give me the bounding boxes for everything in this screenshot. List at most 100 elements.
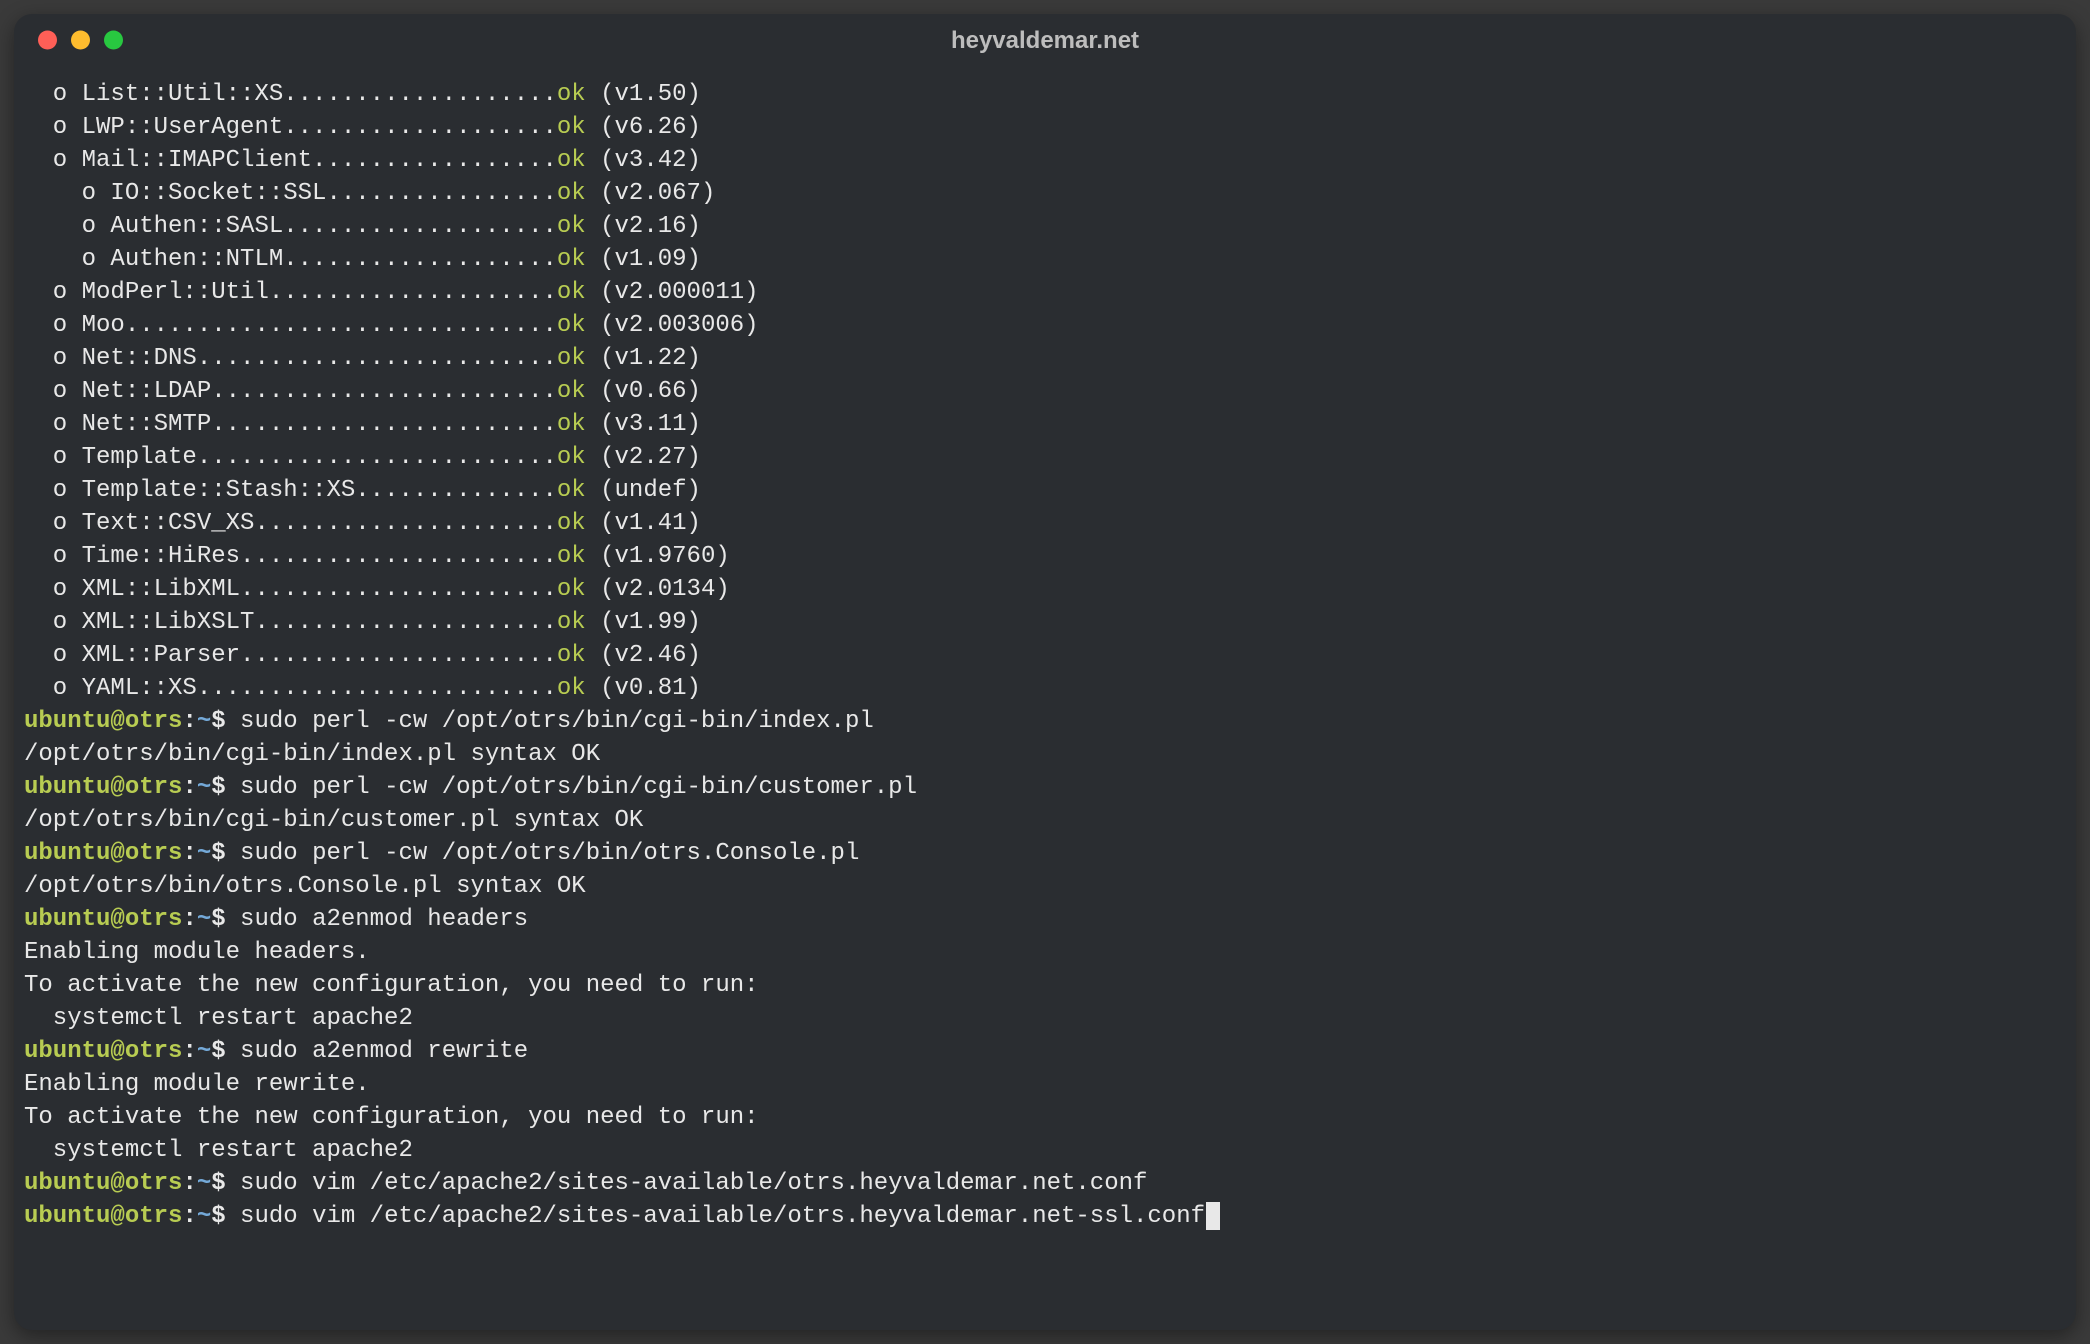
command-text: sudo perl -cw /opt/otrs/bin/otrs.Console… — [226, 840, 860, 867]
status-ok: ok — [557, 345, 586, 372]
prompt-path: ~ — [197, 1038, 211, 1065]
module-name: Mail::IMAPClient — [82, 147, 312, 174]
prompt-separator: : — [182, 1170, 196, 1197]
command-text: sudo vim /etc/apache2/sites-available/ot… — [226, 1170, 1148, 1197]
module-version: (v1.9760) — [586, 543, 730, 570]
module-version: (v0.66) — [586, 378, 701, 405]
prompt-separator: : — [182, 906, 196, 933]
bullet-icon: o — [24, 279, 82, 306]
module-version: (v2.000011) — [586, 279, 759, 306]
prompt-line[interactable]: ubuntu@otrs:~$ sudo perl -cw /opt/otrs/b… — [24, 705, 2066, 738]
prompt-userhost: ubuntu@otrs — [24, 906, 182, 933]
module-line: o Moo..............................ok (v… — [24, 309, 2066, 342]
module-name: LWP::UserAgent — [82, 114, 284, 141]
traffic-lights — [38, 31, 123, 50]
bullet-icon: o — [24, 345, 82, 372]
prompt-line[interactable]: ubuntu@otrs:~$ sudo vim /etc/apache2/sit… — [24, 1200, 2066, 1233]
prompt-userhost: ubuntu@otrs — [24, 708, 182, 735]
dots: ..................... — [254, 510, 556, 537]
prompt-userhost: ubuntu@otrs — [24, 840, 182, 867]
module-name: XML::Parser — [82, 642, 240, 669]
prompt-separator: : — [182, 1203, 196, 1230]
dots: ...................... — [240, 576, 557, 603]
command-text: sudo perl -cw /opt/otrs/bin/cgi-bin/inde… — [226, 708, 874, 735]
terminal-viewport[interactable]: o List::Util::XS...................ok (v… — [14, 66, 2076, 1330]
status-ok: ok — [557, 279, 586, 306]
module-version: (v2.27) — [586, 444, 701, 471]
status-ok: ok — [557, 114, 586, 141]
module-line: o Net::SMTP........................ok (v… — [24, 408, 2066, 441]
prompt-dollar: $ — [211, 840, 225, 867]
module-name: List::Util::XS — [82, 81, 284, 108]
module-line: o Authen::NTLM...................ok (v1.… — [24, 243, 2066, 276]
prompt-line[interactable]: ubuntu@otrs:~$ sudo a2enmod headers — [24, 903, 2066, 936]
dots: ................... — [283, 213, 557, 240]
status-ok: ok — [557, 444, 586, 471]
module-name: Authen::SASL — [110, 213, 283, 240]
output-line: /opt/otrs/bin/otrs.Console.pl syntax OK — [24, 870, 2066, 903]
close-icon[interactable] — [38, 31, 57, 50]
status-ok: ok — [557, 675, 586, 702]
bullet-icon: o — [24, 576, 82, 603]
module-version: (v1.09) — [586, 246, 701, 273]
module-name: Template::Stash::XS — [82, 477, 356, 504]
prompt-dollar: $ — [211, 906, 225, 933]
module-line: o ModPerl::Util....................ok (v… — [24, 276, 2066, 309]
module-name: Moo — [82, 312, 125, 339]
module-version: (v2.46) — [586, 642, 701, 669]
prompt-path: ~ — [197, 1203, 211, 1230]
bullet-icon: o — [24, 147, 82, 174]
terminal-window: heyvaldemar.net o List::Util::XS........… — [14, 14, 2076, 1330]
module-line: o Authen::SASL...................ok (v2.… — [24, 210, 2066, 243]
status-ok: ok — [557, 543, 586, 570]
prompt-userhost: ubuntu@otrs — [24, 774, 182, 801]
minimize-icon[interactable] — [71, 31, 90, 50]
module-name: Net::SMTP — [82, 411, 212, 438]
output-line: systemctl restart apache2 — [24, 1134, 2066, 1167]
module-version: (v0.81) — [586, 675, 701, 702]
status-ok: ok — [557, 180, 586, 207]
prompt-dollar: $ — [211, 774, 225, 801]
prompt-line[interactable]: ubuntu@otrs:~$ sudo vim /etc/apache2/sit… — [24, 1167, 2066, 1200]
bullet-icon: o — [24, 81, 82, 108]
module-line: o Template::Stash::XS..............ok (u… — [24, 474, 2066, 507]
module-version: (v1.50) — [586, 81, 701, 108]
prompt-line[interactable]: ubuntu@otrs:~$ sudo perl -cw /opt/otrs/b… — [24, 837, 2066, 870]
bullet-icon: o — [24, 114, 82, 141]
output-line: To activate the new configuration, you n… — [24, 969, 2066, 1002]
status-ok: ok — [557, 378, 586, 405]
prompt-line[interactable]: ubuntu@otrs:~$ sudo perl -cw /opt/otrs/b… — [24, 771, 2066, 804]
module-line: o LWP::UserAgent...................ok (v… — [24, 111, 2066, 144]
window-title: heyvaldemar.net — [951, 24, 1139, 57]
dots: ......................... — [197, 345, 557, 372]
dots: ................... — [283, 81, 557, 108]
prompt-path: ~ — [197, 708, 211, 735]
status-ok: ok — [557, 510, 586, 537]
bullet-icon: o — [24, 543, 82, 570]
module-line: o XML::LibXSLT.....................ok (v… — [24, 606, 2066, 639]
bullet-icon: o — [24, 378, 82, 405]
module-name: Authen::NTLM — [110, 246, 283, 273]
bullet-icon: o — [24, 675, 82, 702]
output-line: /opt/otrs/bin/cgi-bin/index.pl syntax OK — [24, 738, 2066, 771]
module-name: XML::LibXML — [82, 576, 240, 603]
status-ok: ok — [557, 477, 586, 504]
prompt-userhost: ubuntu@otrs — [24, 1203, 182, 1230]
module-line: o XML::LibXML......................ok (v… — [24, 573, 2066, 606]
dots: .............................. — [125, 312, 557, 339]
prompt-separator: : — [182, 840, 196, 867]
bullet-icon: o — [24, 213, 110, 240]
maximize-icon[interactable] — [104, 31, 123, 50]
bullet-icon: o — [24, 510, 82, 537]
output-line: Enabling module headers. — [24, 936, 2066, 969]
module-name: Time::HiRes — [82, 543, 240, 570]
module-line: o YAML::XS.........................ok (v… — [24, 672, 2066, 705]
cursor-icon — [1206, 1202, 1220, 1230]
output-line: To activate the new configuration, you n… — [24, 1101, 2066, 1134]
prompt-path: ~ — [197, 840, 211, 867]
prompt-line[interactable]: ubuntu@otrs:~$ sudo a2enmod rewrite — [24, 1035, 2066, 1068]
bullet-icon: o — [24, 246, 110, 273]
module-version: (v2.067) — [586, 180, 716, 207]
prompt-dollar: $ — [211, 708, 225, 735]
module-version: (v1.41) — [586, 510, 701, 537]
